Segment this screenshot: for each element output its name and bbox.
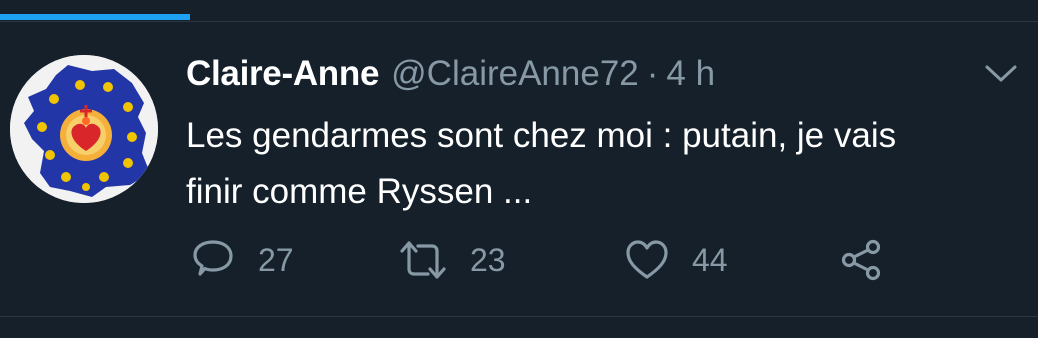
separator-dot: · <box>646 54 659 93</box>
user-handle[interactable]: @ClaireAnne72 <box>391 52 639 96</box>
reply-button[interactable]: 27 <box>190 235 294 285</box>
display-name[interactable]: Claire-Anne <box>186 52 379 96</box>
timestamp[interactable]: 4 h <box>666 52 715 96</box>
top-divider <box>0 21 1038 22</box>
like-button[interactable]: 44 <box>624 235 728 285</box>
active-tab-indicator <box>0 14 190 20</box>
avatar[interactable] <box>10 55 158 203</box>
retweet-count: 23 <box>470 241 506 278</box>
reply-count: 27 <box>258 241 294 278</box>
tweet-text: Les gendarmes sont chez moi : putain, je… <box>186 108 1016 220</box>
tweet-text-line2: finir comme Ryssen ... <box>186 172 533 211</box>
tweet-header: Claire-Anne @ClaireAnne72 · 4 h <box>186 52 715 96</box>
bottom-divider <box>0 316 1038 317</box>
tweet-text-line1: Les gendarmes sont chez moi : putain, je… <box>186 116 897 155</box>
reply-icon <box>193 240 233 276</box>
avatar-image <box>10 55 158 203</box>
share-button[interactable] <box>838 235 884 285</box>
retweet-button[interactable]: 23 <box>398 235 506 285</box>
tweet-menu-button[interactable] <box>983 62 1019 86</box>
like-count: 44 <box>692 241 728 278</box>
retweet-icon <box>400 241 446 279</box>
chevron-down-icon <box>985 65 1017 82</box>
share-icon <box>841 239 881 281</box>
heart-icon <box>626 240 668 279</box>
